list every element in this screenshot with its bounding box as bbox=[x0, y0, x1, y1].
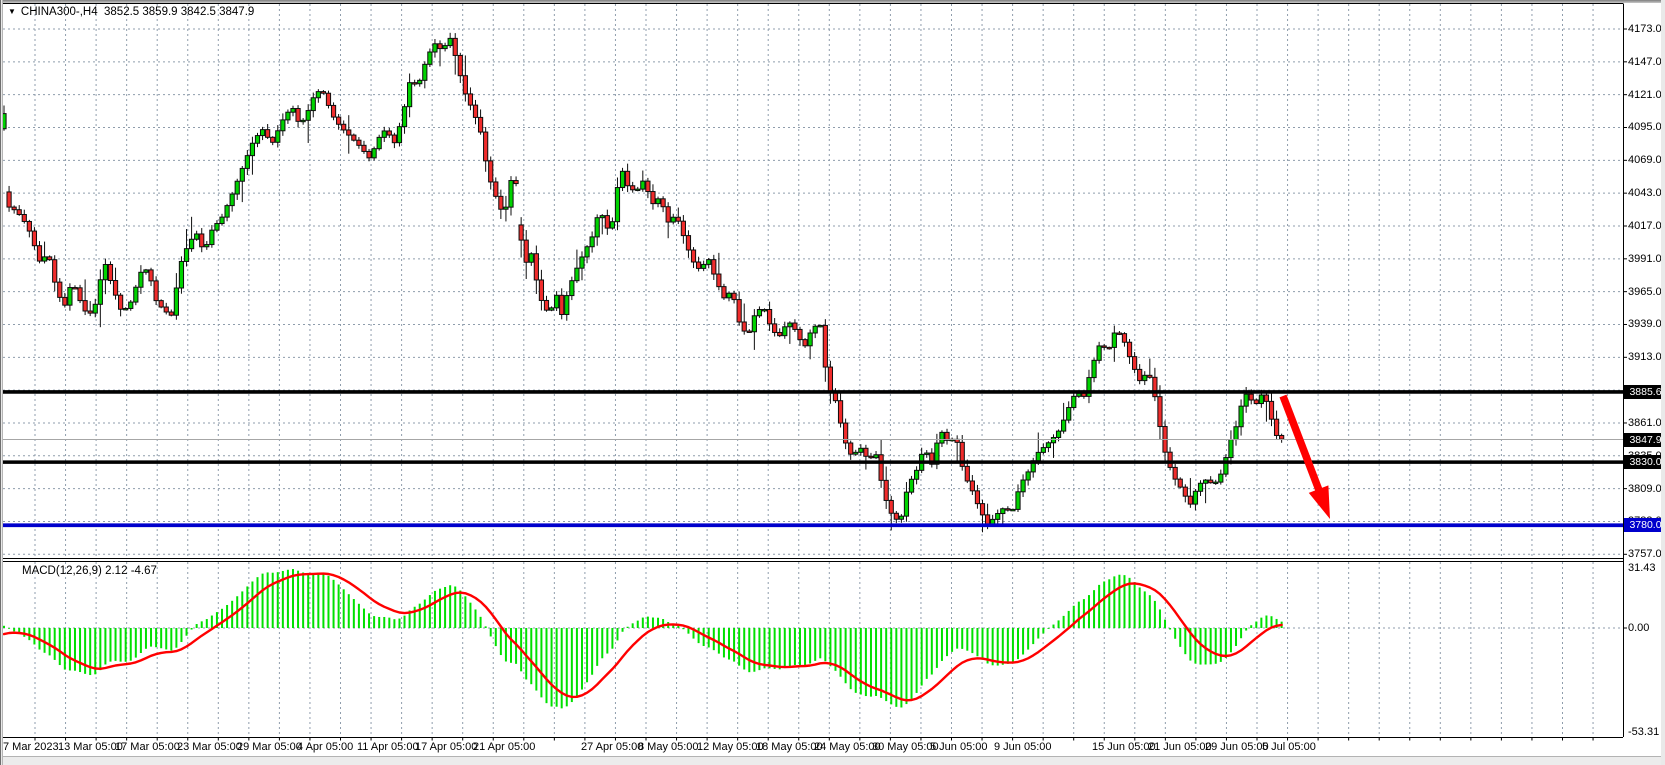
chart-ohlc-values: 3852.5 3859.9 3842.5 3847.9 bbox=[104, 6, 255, 18]
macd-main-value: 2.12 bbox=[105, 565, 128, 577]
chart-symbol-period: CHINA300-,H4 bbox=[20, 6, 98, 18]
chart-title: ▼ CHINA300-,H4 3852.5 3859.9 3842.5 3847.… bbox=[8, 6, 254, 18]
macd-signal-line bbox=[2, 572, 1283, 702]
chart-canvas[interactable] bbox=[0, 0, 1665, 765]
trend-arrow[interactable] bbox=[1279, 394, 1330, 519]
window-left-border bbox=[0, 0, 3, 765]
window-right-border bbox=[1661, 0, 1665, 765]
symbol-dropdown-icon[interactable]: ▼ bbox=[8, 7, 16, 16]
mt4-chart-window: 4173.0 4147.0 4121.0 4095.0 4069.0 4043.0 4017… bbox=[0, 0, 1665, 765]
macd-histogram bbox=[3, 569, 1283, 709]
macd-signal-value: -4.67 bbox=[130, 565, 157, 577]
candlestick-series bbox=[1, 32, 1285, 533]
window-top-border bbox=[0, 0, 1665, 3]
window-bottom-strip bbox=[0, 756, 1665, 765]
macd-name: MACD(12,26,9) bbox=[22, 565, 102, 577]
macd-indicator-label: MACD(12,26,9) 2.12 -4.67 bbox=[22, 565, 157, 577]
